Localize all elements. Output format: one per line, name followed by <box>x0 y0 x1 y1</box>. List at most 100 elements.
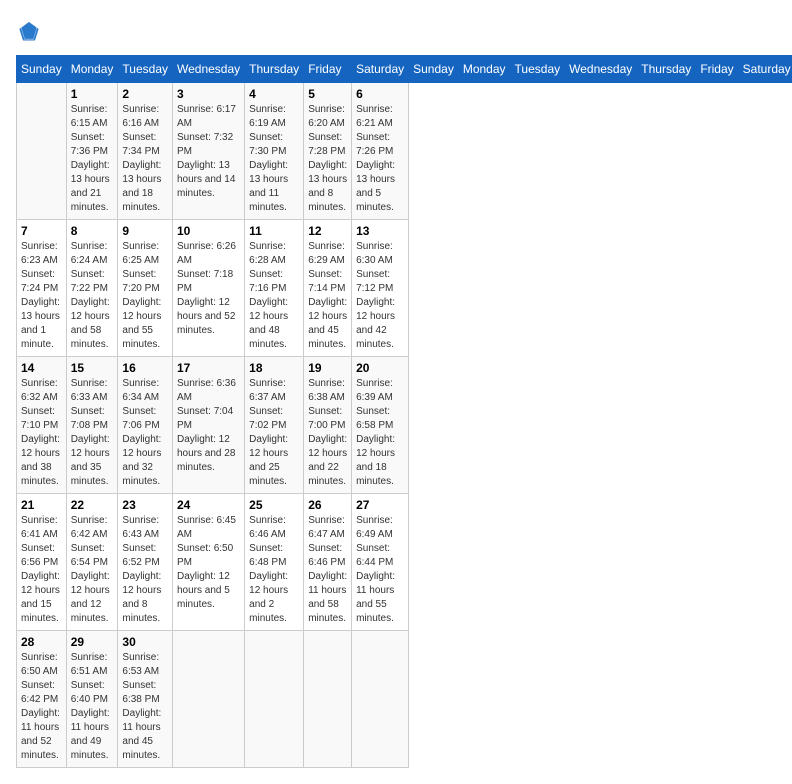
weekday-header-sunday: Sunday <box>409 56 459 83</box>
calendar-cell <box>173 631 245 768</box>
day-info: Sunrise: 6:50 AM Sunset: 6:42 PM Dayligh… <box>21 651 62 763</box>
day-info: Sunrise: 6:24 AM Sunset: 7:22 PM Dayligh… <box>71 240 114 352</box>
day-info: Sunrise: 6:32 AM Sunset: 7:10 PM Dayligh… <box>21 377 62 489</box>
weekday-header-tuesday: Tuesday <box>118 56 173 83</box>
day-number: 13 <box>356 224 404 238</box>
day-info: Sunrise: 6:16 AM Sunset: 7:34 PM Dayligh… <box>122 103 168 215</box>
calendar-cell: 20Sunrise: 6:39 AM Sunset: 6:58 PM Dayli… <box>352 357 409 494</box>
weekday-header-wednesday: Wednesday <box>173 56 245 83</box>
calendar-cell <box>17 83 67 220</box>
day-number: 19 <box>308 361 347 375</box>
calendar-cell: 4Sunrise: 6:19 AM Sunset: 7:30 PM Daylig… <box>245 83 304 220</box>
day-info: Sunrise: 6:15 AM Sunset: 7:36 PM Dayligh… <box>71 103 114 215</box>
calendar-cell: 10Sunrise: 6:26 AM Sunset: 7:18 PM Dayli… <box>173 220 245 357</box>
calendar-cell: 27Sunrise: 6:49 AM Sunset: 6:44 PM Dayli… <box>352 494 409 631</box>
day-info: Sunrise: 6:28 AM Sunset: 7:16 PM Dayligh… <box>249 240 299 352</box>
calendar-cell: 9 Sunrise: 6:25 AM Sunset: 7:20 PM Daylig… <box>118 220 173 357</box>
day-info: Sunrise: 6:42 AM Sunset: 6:54 PM Dayligh… <box>71 514 114 626</box>
day-info: Sunrise: 6:25 AM Sunset: 7:20 PM Dayligh… <box>122 240 168 352</box>
calendar-cell: 13 Sunrise: 6:30 AM Sunset: 7:12 PM Dayli… <box>352 220 409 357</box>
day-number: 22 <box>71 498 114 512</box>
weekday-header-thursday: Thursday <box>637 56 696 83</box>
calendar-cell <box>304 631 352 768</box>
calendar-cell: 23 Sunrise: 6:43 AM Sunset: 6:52 PM Dayli… <box>118 494 173 631</box>
calendar-cell <box>352 631 409 768</box>
day-info: Sunrise: 6:53 AM Sunset: 6:38 PM Dayligh… <box>122 651 168 763</box>
day-info: Sunrise: 6:17 AM Sunset: 7:32 PM Dayligh… <box>177 103 240 201</box>
day-info: Sunrise: 6:36 AM Sunset: 7:04 PM Dayligh… <box>177 377 240 475</box>
calendar-cell: 1 Sunrise: 6:15 AM Sunset: 7:36 PM Daylig… <box>66 83 118 220</box>
day-info: Sunrise: 6:33 AM Sunset: 7:08 PM Dayligh… <box>71 377 114 489</box>
week-row-3: 14 Sunrise: 6:32 AM Sunset: 7:10 PM Dayli… <box>17 357 792 494</box>
calendar-cell: 12Sunrise: 6:29 AM Sunset: 7:14 PM Dayli… <box>304 220 352 357</box>
day-number: 26 <box>308 498 347 512</box>
day-number: 28 <box>21 635 62 649</box>
day-number: 30 <box>122 635 168 649</box>
day-info: Sunrise: 6:30 AM Sunset: 7:12 PM Dayligh… <box>356 240 404 352</box>
calendar-cell: 18Sunrise: 6:37 AM Sunset: 7:02 PM Dayli… <box>245 357 304 494</box>
calendar-cell <box>245 631 304 768</box>
day-number: 27 <box>356 498 404 512</box>
day-info: Sunrise: 6:41 AM Sunset: 6:56 PM Dayligh… <box>21 514 62 626</box>
logo-icon <box>18 20 40 42</box>
day-number: 7 <box>21 224 62 238</box>
week-row-1: 1 Sunrise: 6:15 AM Sunset: 7:36 PM Daylig… <box>17 83 792 220</box>
day-number: 8 <box>71 224 114 238</box>
day-number: 23 <box>122 498 168 512</box>
calendar-cell: 5Sunrise: 6:20 AM Sunset: 7:28 PM Daylig… <box>304 83 352 220</box>
logo <box>16 20 40 47</box>
day-number: 11 <box>249 224 299 238</box>
week-row-5: 28 Sunrise: 6:50 AM Sunset: 6:42 PM Dayli… <box>17 631 792 768</box>
weekday-header-monday: Monday <box>66 56 118 83</box>
day-info: Sunrise: 6:43 AM Sunset: 6:52 PM Dayligh… <box>122 514 168 626</box>
day-number: 6 <box>356 87 404 101</box>
weekday-header-friday: Friday <box>304 56 352 83</box>
day-info: Sunrise: 6:47 AM Sunset: 6:46 PM Dayligh… <box>308 514 347 626</box>
day-number: 20 <box>356 361 404 375</box>
calendar-cell: 21Sunrise: 6:41 AM Sunset: 6:56 PM Dayli… <box>17 494 67 631</box>
week-row-2: 7Sunrise: 6:23 AM Sunset: 7:24 PM Daylig… <box>17 220 792 357</box>
weekday-header-sunday: Sunday <box>17 56 67 83</box>
day-number: 17 <box>177 361 240 375</box>
day-number: 16 <box>122 361 168 375</box>
weekday-header-saturday: Saturday <box>738 56 792 83</box>
weekday-header-thursday: Thursday <box>245 56 304 83</box>
calendar-table: SundayMondayTuesdayWednesdayThursdayFrid… <box>16 55 792 768</box>
weekday-header-saturday: Saturday <box>352 56 409 83</box>
calendar-cell: 11 Sunrise: 6:28 AM Sunset: 7:16 PM Dayli… <box>245 220 304 357</box>
calendar-cell: 3Sunrise: 6:17 AM Sunset: 7:32 PM Daylig… <box>173 83 245 220</box>
calendar-cell: 16 Sunrise: 6:34 AM Sunset: 7:06 PM Dayli… <box>118 357 173 494</box>
calendar-cell: 17 Sunrise: 6:36 AM Sunset: 7:04 PM Dayli… <box>173 357 245 494</box>
calendar-cell: 7Sunrise: 6:23 AM Sunset: 7:24 PM Daylig… <box>17 220 67 357</box>
day-info: Sunrise: 6:34 AM Sunset: 7:06 PM Dayligh… <box>122 377 168 489</box>
day-info: Sunrise: 6:19 AM Sunset: 7:30 PM Dayligh… <box>249 103 299 215</box>
day-number: 2 <box>122 87 168 101</box>
calendar-cell: 14 Sunrise: 6:32 AM Sunset: 7:10 PM Dayli… <box>17 357 67 494</box>
day-info: Sunrise: 6:20 AM Sunset: 7:28 PM Dayligh… <box>308 103 347 215</box>
day-number: 9 <box>122 224 168 238</box>
day-info: Sunrise: 6:38 AM Sunset: 7:00 PM Dayligh… <box>308 377 347 489</box>
day-number: 1 <box>71 87 114 101</box>
week-row-4: 21Sunrise: 6:41 AM Sunset: 6:56 PM Dayli… <box>17 494 792 631</box>
day-number: 24 <box>177 498 240 512</box>
calendar-cell: 25 Sunrise: 6:46 AM Sunset: 6:48 PM Dayli… <box>245 494 304 631</box>
day-info: Sunrise: 6:51 AM Sunset: 6:40 PM Dayligh… <box>71 651 114 763</box>
day-info: Sunrise: 6:45 AM Sunset: 6:50 PM Dayligh… <box>177 514 240 612</box>
calendar-cell: 26 Sunrise: 6:47 AM Sunset: 6:46 PM Dayli… <box>304 494 352 631</box>
weekday-header-wednesday: Wednesday <box>565 56 637 83</box>
day-info: Sunrise: 6:46 AM Sunset: 6:48 PM Dayligh… <box>249 514 299 626</box>
calendar-cell: 6Sunrise: 6:21 AM Sunset: 7:26 PM Daylig… <box>352 83 409 220</box>
calendar-cell: 15Sunrise: 6:33 AM Sunset: 7:08 PM Dayli… <box>66 357 118 494</box>
calendar-cell: 22 Sunrise: 6:42 AM Sunset: 6:54 PM Dayli… <box>66 494 118 631</box>
day-info: Sunrise: 6:26 AM Sunset: 7:18 PM Dayligh… <box>177 240 240 338</box>
day-number: 29 <box>71 635 114 649</box>
calendar-cell: 19 Sunrise: 6:38 AM Sunset: 7:00 PM Dayli… <box>304 357 352 494</box>
day-info: Sunrise: 6:29 AM Sunset: 7:14 PM Dayligh… <box>308 240 347 352</box>
calendar-cell: 28 Sunrise: 6:50 AM Sunset: 6:42 PM Dayli… <box>17 631 67 768</box>
weekday-header-monday: Monday <box>458 56 510 83</box>
day-number: 14 <box>21 361 62 375</box>
day-number: 18 <box>249 361 299 375</box>
day-number: 25 <box>249 498 299 512</box>
calendar-cell: 24 Sunrise: 6:45 AM Sunset: 6:50 PM Dayli… <box>173 494 245 631</box>
calendar-cell: 29 Sunrise: 6:51 AM Sunset: 6:40 PM Dayli… <box>66 631 118 768</box>
